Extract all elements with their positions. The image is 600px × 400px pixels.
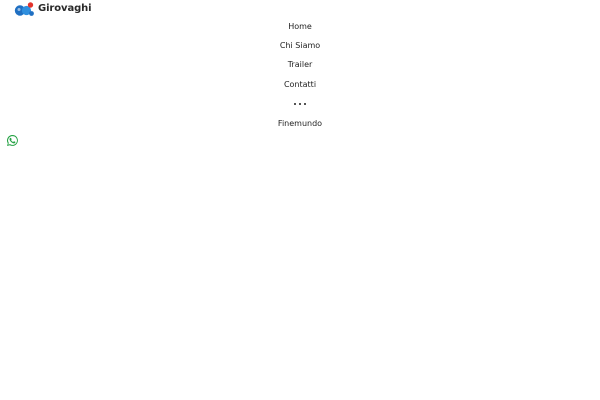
- main-navigation: Home Chi Siamo Trailer Contatti Finemund…: [0, 17, 600, 133]
- more-dots-icon[interactable]: [293, 98, 307, 110]
- nav-link-contatti[interactable]: Contatti: [284, 79, 316, 91]
- nav-item-contatti: Contatti: [0, 75, 600, 94]
- nav-link-trailer[interactable]: Trailer: [288, 59, 313, 71]
- nav-item-finemundo: Finemundo: [0, 114, 600, 133]
- dot: [293, 103, 296, 106]
- brand-logo[interactable]: Girovaghi: [14, 1, 92, 17]
- dot: [298, 103, 302, 106]
- whatsapp-icon[interactable]: [6, 134, 19, 147]
- dot: [304, 103, 307, 106]
- nav-item-trailer: Trailer: [0, 56, 600, 75]
- nav-link-home[interactable]: Home: [288, 21, 312, 33]
- girovaghi-logo-icon: [14, 2, 34, 16]
- nav-item-more: [0, 95, 600, 114]
- brand-name: Girovaghi: [38, 3, 92, 14]
- nav-item-chi-siamo: Chi Siamo: [0, 36, 600, 55]
- nav-item-home: Home: [0, 17, 600, 36]
- nav-link-finemundo[interactable]: Finemundo: [278, 118, 322, 130]
- nav-link-chi-siamo[interactable]: Chi Siamo: [280, 40, 320, 52]
